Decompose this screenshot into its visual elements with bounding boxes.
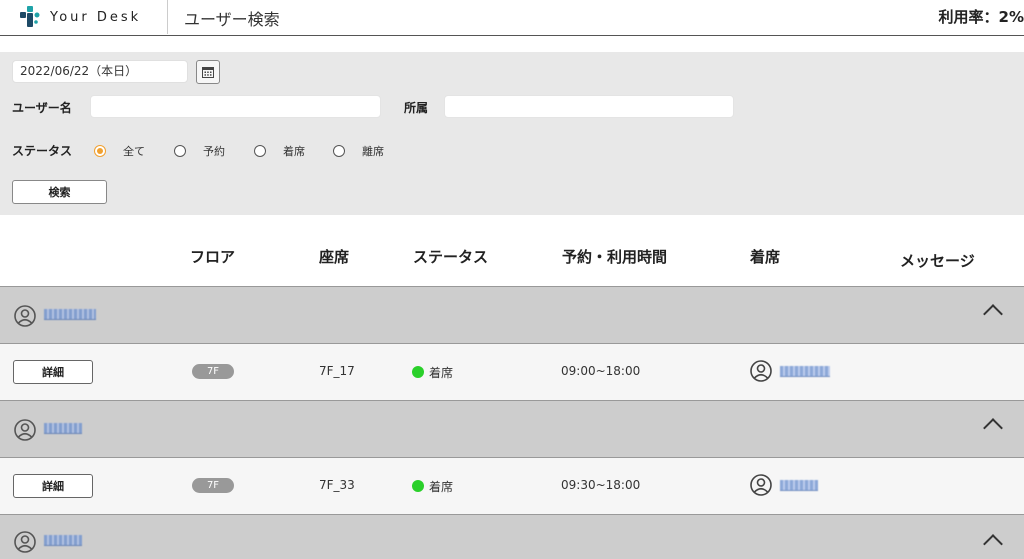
user-icon — [750, 474, 772, 496]
time-cell: 09:30~18:00 — [561, 478, 641, 492]
col-header-floor: フロア — [190, 248, 236, 266]
user-name-link[interactable] — [44, 423, 82, 434]
col-header-status: ステータス — [413, 248, 489, 266]
status-dot-icon — [412, 480, 424, 492]
user-icon — [14, 531, 36, 553]
user-icon — [750, 360, 772, 382]
status-radio-seated[interactable]: 着席 — [254, 143, 305, 159]
time-cell: 09:00~18:00 — [561, 364, 641, 378]
user-name-link[interactable] — [44, 309, 96, 320]
user-group-header[interactable] — [0, 286, 1024, 343]
detail-button[interactable]: 詳細 — [13, 360, 93, 384]
status-cell: 着席 — [429, 366, 454, 380]
user-name-link[interactable] — [44, 535, 82, 546]
floor-badge: 7F — [192, 478, 234, 493]
status-radio-away[interactable]: 離席 — [333, 143, 384, 159]
calendar-icon — [202, 67, 214, 78]
col-header-message: メッセージ — [900, 252, 975, 270]
brand-name: Your Desk — [50, 9, 142, 25]
col-header-seated: 着席 — [750, 248, 781, 266]
radio-button[interactable] — [333, 145, 345, 157]
radio-label: 予約 — [203, 145, 225, 158]
table-row: 詳細 7F 7F_33 着席 09:30~18:00 — [0, 457, 1024, 514]
calendar-button[interactable] — [196, 60, 220, 84]
logo[interactable]: Your Desk — [20, 6, 141, 28]
seated-user-link[interactable] — [780, 366, 830, 377]
header-divider — [167, 0, 168, 34]
usage-rate: 利用率：2% — [938, 8, 1024, 26]
user-icon — [14, 419, 36, 441]
yourdesk-logo-icon — [20, 6, 40, 27]
dept-input[interactable] — [444, 95, 734, 118]
detail-button[interactable]: 詳細 — [13, 474, 93, 498]
status-radio-reserved[interactable]: 予約 — [174, 143, 225, 159]
radio-label: 着席 — [283, 145, 305, 158]
status-label: ステータス — [12, 144, 73, 158]
user-group-header[interactable] — [0, 514, 1024, 559]
app-header: Your Desk ユーザー検索 利用率：2% — [0, 0, 1024, 36]
radio-button-checked[interactable] — [94, 145, 106, 157]
col-header-time: 予約・利用時間 — [562, 248, 668, 266]
search-button[interactable]: 検索 — [12, 180, 107, 204]
chevron-up-icon[interactable] — [983, 534, 1003, 554]
radio-button[interactable] — [174, 145, 186, 157]
col-header-seat: 座席 — [319, 248, 350, 266]
seated-user-link[interactable] — [780, 480, 818, 491]
search-panel: 2022/06/22（本日） ユーザー名 所属 ステータス 全て 予約 着席 離… — [0, 52, 1024, 215]
page-title: ユーザー検索 — [184, 10, 280, 29]
seat-cell: 7F_17 — [319, 364, 355, 378]
username-label: ユーザー名 — [12, 101, 72, 115]
status-dot-icon — [412, 366, 424, 378]
date-field[interactable]: 2022/06/22（本日） — [12, 60, 188, 83]
dept-label: 所属 — [404, 101, 429, 115]
radio-button[interactable] — [254, 145, 266, 157]
radio-label: 離席 — [362, 145, 384, 158]
status-cell: 着席 — [429, 480, 454, 494]
chevron-up-icon[interactable] — [983, 418, 1003, 438]
floor-badge: 7F — [192, 364, 234, 379]
chevron-up-icon[interactable] — [983, 304, 1003, 324]
user-icon — [14, 305, 36, 327]
username-input[interactable] — [90, 95, 381, 118]
user-group-header[interactable] — [0, 400, 1024, 457]
radio-label: 全て — [123, 145, 145, 158]
status-radio-all[interactable]: 全て — [94, 143, 145, 159]
table-row: 詳細 7F 7F_17 着席 09:00~18:00 — [0, 343, 1024, 400]
seat-cell: 7F_33 — [319, 478, 355, 492]
